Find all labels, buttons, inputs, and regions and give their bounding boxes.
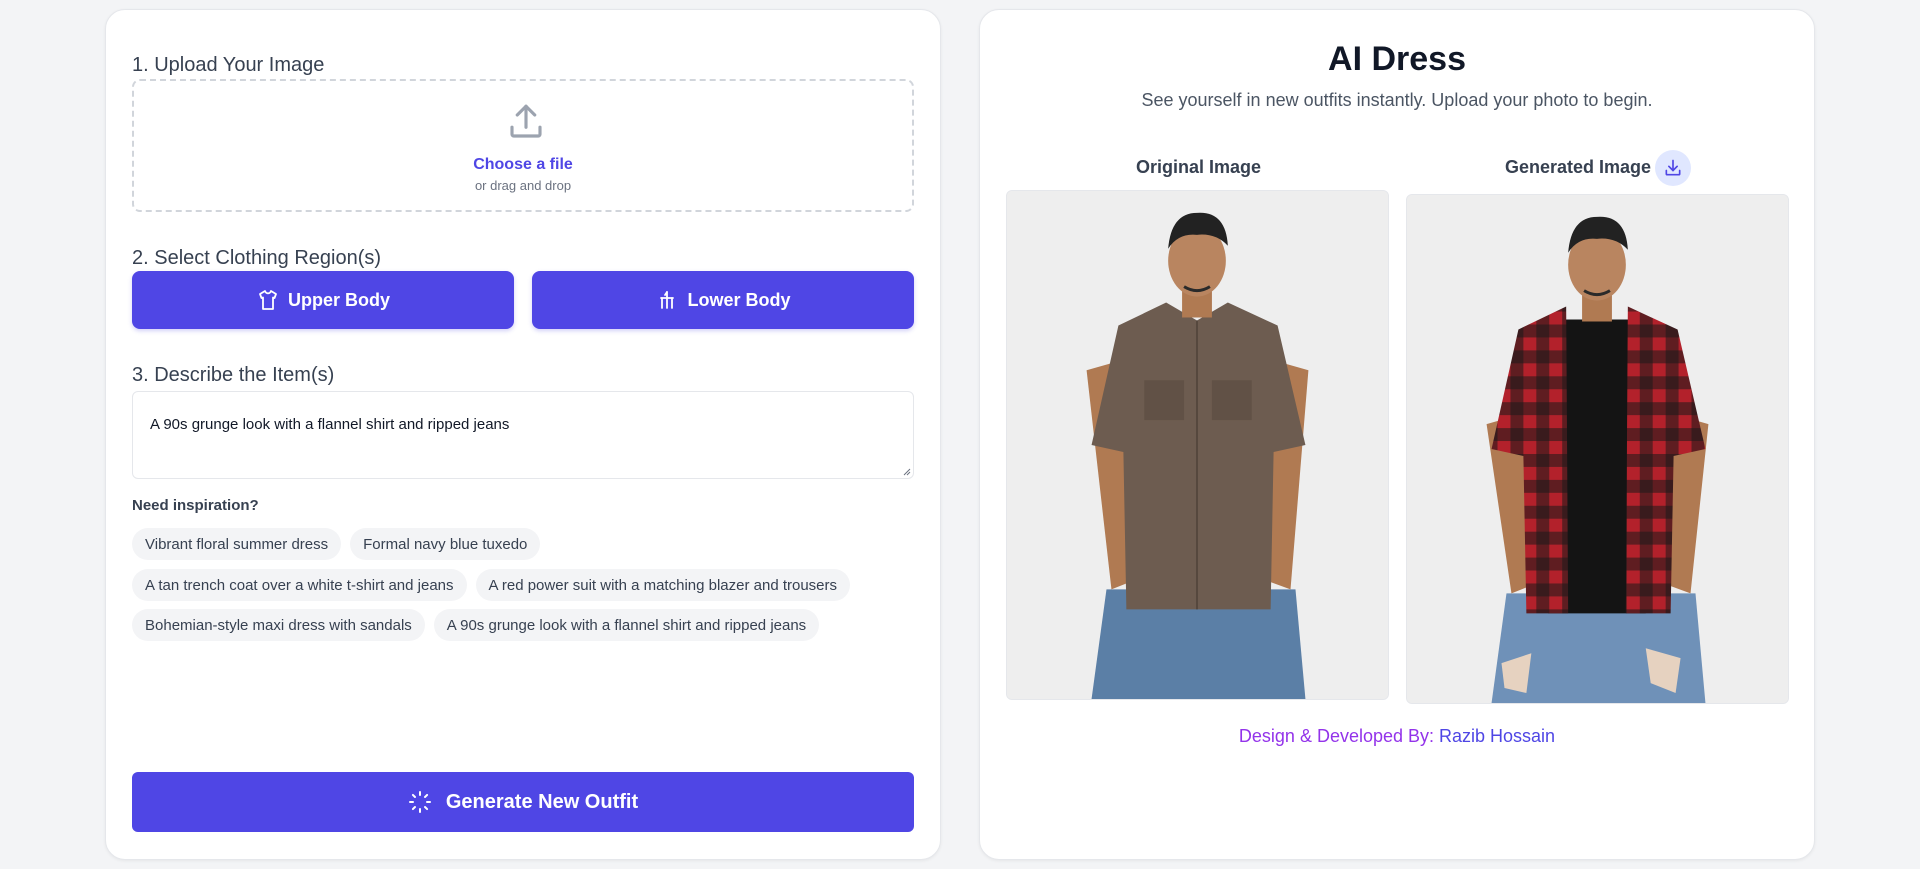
choose-file-link[interactable]: Choose a file <box>134 156 912 174</box>
upload-section-title: 1. Upload Your Image <box>132 54 325 76</box>
generated-image-heading: Generated Image <box>1505 157 1652 177</box>
lower-body-label: Lower Body <box>687 289 791 310</box>
upper-body-button[interactable]: Upper Body <box>132 271 514 329</box>
app-title: AI Dress <box>1328 40 1466 78</box>
credit-prefix: Design & Developed By: <box>1238 726 1440 746</box>
describe-section-title: 3. Describe the Item(s) <box>132 364 335 386</box>
file-dropzone[interactable]: Choose a file or drag and drop <box>132 79 914 212</box>
controls-panel: 1. Upload Your Image Choose a file or dr… <box>105 9 941 860</box>
upload-icon <box>510 104 542 138</box>
footer-credit: Design & Developed By: Razib Hossain <box>980 726 1814 747</box>
upper-body-label: Upper Body <box>287 289 390 310</box>
drag-drop-hint: or drag and drop <box>474 178 572 193</box>
inspiration-row: A tan trench coat over a white t-shirt a… <box>132 569 851 601</box>
generate-label: Generate New Outfit <box>445 790 639 813</box>
inspiration-chip[interactable]: A 90s grunge look with a flannel shirt a… <box>433 609 820 641</box>
generate-button[interactable]: Generate New Outfit <box>132 772 914 832</box>
download-icon <box>1665 159 1681 176</box>
lower-body-button[interactable]: Lower Body <box>532 271 914 329</box>
resize-handle-icon[interactable] <box>901 466 911 476</box>
download-button[interactable] <box>1655 150 1691 186</box>
inspiration-chip[interactable]: A tan trench coat over a white t-shirt a… <box>132 569 467 601</box>
inspiration-row: Vibrant floral summer dress Formal navy … <box>132 528 541 560</box>
inspiration-label: Need inspiration? <box>132 497 259 514</box>
original-image <box>1006 190 1389 700</box>
preview-panel: AI Dress See yourself in new outfits ins… <box>979 9 1815 860</box>
inspiration-row: Bohemian-style maxi dress with sandals A… <box>132 609 820 641</box>
inspiration-chip[interactable]: Bohemian-style maxi dress with sandals <box>132 609 425 641</box>
inspiration-chip[interactable]: Formal navy blue tuxedo <box>350 528 541 560</box>
inspiration-chip[interactable]: A red power suit with a matching blazer … <box>475 569 851 601</box>
description-text: A 90s grunge look with a flannel shirt a… <box>150 416 510 433</box>
credit-author-link[interactable]: Razib Hossain <box>1439 726 1555 746</box>
region-section-title: 2. Select Clothing Region(s) <box>132 247 382 269</box>
generated-image <box>1406 194 1789 704</box>
original-image-heading: Original Image <box>1136 157 1262 177</box>
shirt-icon <box>259 290 277 310</box>
trousers-icon <box>660 291 675 309</box>
inspiration-chip[interactable]: Vibrant floral summer dress <box>132 528 342 560</box>
app-subtitle: See yourself in new outfits instantly. U… <box>1141 90 1653 110</box>
description-textarea[interactable]: A 90s grunge look with a flannel shirt a… <box>132 391 914 479</box>
spinner-icon <box>408 791 431 813</box>
